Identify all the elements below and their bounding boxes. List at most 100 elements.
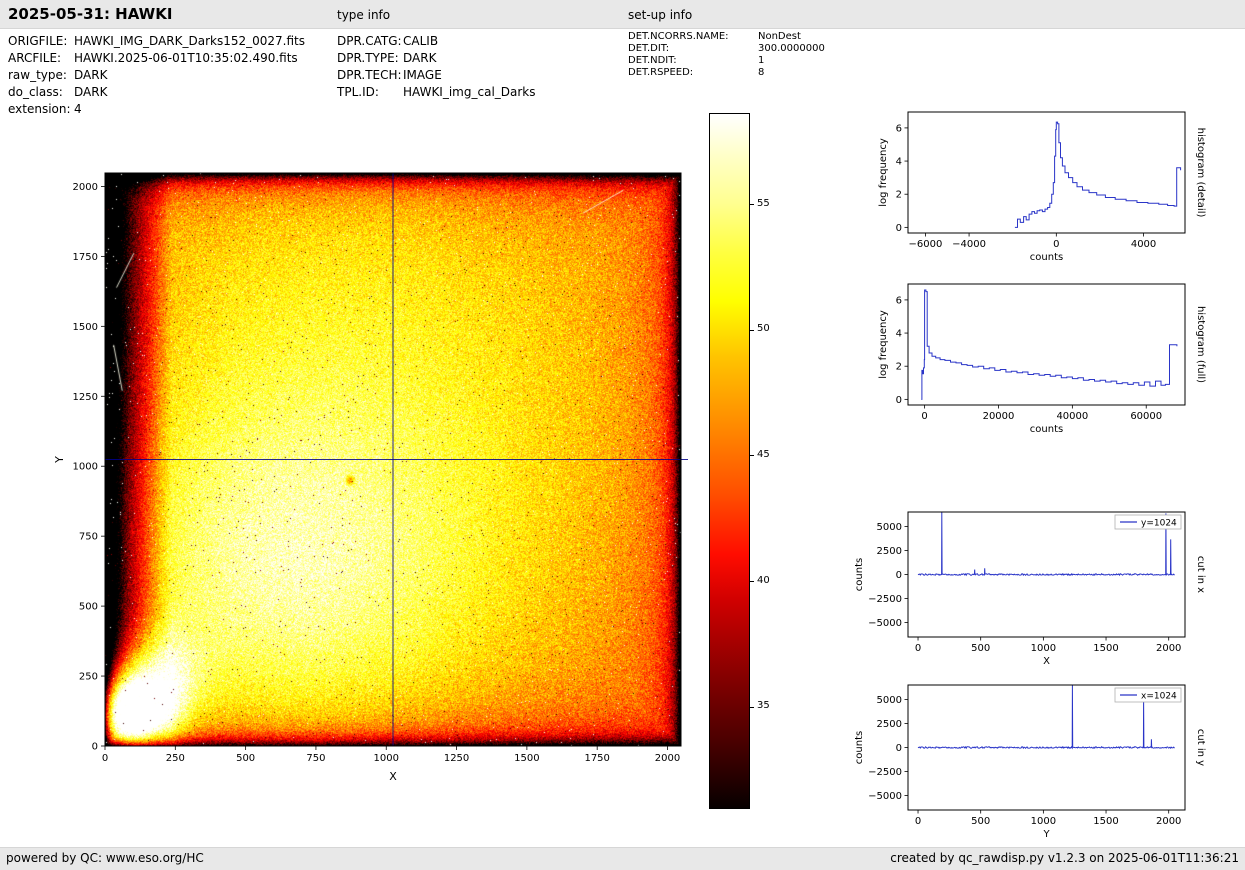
metadata-row-arcfile: ARCFILE: HAWKI.2025-06-01T10:35:02.490.f… [8, 50, 305, 67]
svg-text:−5000: −5000 [868, 618, 902, 629]
metadata-value: CALIB [403, 33, 438, 50]
metadata-label: do_class: [8, 84, 74, 101]
metadata-value: DARK [403, 50, 436, 67]
svg-text:0: 0 [896, 395, 902, 406]
metadata-row-extension: extension: 4 [8, 101, 305, 118]
svg-text:1500: 1500 [1093, 643, 1118, 654]
svg-text:1750: 1750 [584, 753, 609, 764]
svg-text:500: 500 [971, 816, 990, 827]
svg-text:counts: counts [1030, 424, 1063, 435]
cut-in-y-plot: 0500100015002000500025000−2500−5000Ycoun… [908, 685, 1185, 810]
svg-text:6: 6 [896, 123, 902, 134]
svg-text:histogram (full): histogram (full) [1195, 306, 1206, 383]
colorbar-tick [750, 204, 754, 205]
cut-in-y-legend: x=1024 [1115, 688, 1181, 702]
svg-text:1250: 1250 [444, 753, 469, 764]
colorbar-tick [750, 455, 754, 456]
svg-text:500: 500 [971, 643, 990, 654]
svg-text:0: 0 [896, 743, 902, 754]
svg-text:X: X [1043, 656, 1050, 667]
svg-text:2500: 2500 [877, 719, 902, 730]
svg-text:histogram (detail): histogram (detail) [1195, 128, 1206, 218]
svg-text:500: 500 [236, 753, 255, 764]
metadata-label: ORIGFILE: [8, 33, 74, 50]
histogram-detail-plot: −6000−4000040000246countslog frequencyhi… [908, 112, 1185, 233]
metadata-row-dit: DET.DIT: 300.0000000 [628, 43, 825, 55]
colorbar-tick-label: 45 [757, 449, 770, 460]
metadata-value: IMAGE [403, 67, 442, 84]
svg-text:40000: 40000 [1056, 411, 1088, 422]
metadata-row-origfile: ORIGFILE: HAWKI_IMG_DARK_Darks152_0027.f… [8, 33, 305, 50]
metadata-value: HAWKI_IMG_DARK_Darks152_0027.fits [74, 33, 305, 50]
svg-text:750: 750 [79, 532, 98, 543]
colorbar-tick-label: 40 [757, 575, 770, 586]
svg-text:−6000: −6000 [909, 239, 943, 250]
svg-text:0: 0 [896, 223, 902, 234]
type-info-heading: type info [337, 8, 390, 22]
footer-right-text: created by qc_rawdisp.py v1.2.3 on 2025-… [890, 851, 1239, 865]
footer-left-text: powered by QC: www.eso.org/HC [6, 851, 204, 865]
svg-text:X: X [389, 770, 397, 783]
file-metadata-column: ORIGFILE: HAWKI_IMG_DARK_Darks152_0027.f… [8, 33, 305, 118]
svg-text:x=1024: x=1024 [1141, 692, 1177, 702]
metadata-label: DPR.CATG: [337, 33, 403, 50]
svg-text:2: 2 [896, 362, 902, 373]
svg-text:750: 750 [306, 753, 325, 764]
svg-text:Y: Y [53, 456, 66, 464]
metadata-row-do-class: do_class: DARK [8, 84, 305, 101]
svg-text:5000: 5000 [877, 522, 902, 533]
svg-text:0: 0 [92, 742, 98, 753]
metadata-row-ncorrs: DET.NCORRS.NAME: NonDest [628, 31, 825, 43]
type-info-column: DPR.CATG: CALIB DPR.TYPE: DARK DPR.TECH:… [337, 33, 536, 101]
metadata-label: DET.NDIT: [628, 55, 758, 67]
svg-text:250: 250 [166, 753, 185, 764]
setup-info-column: DET.NCORRS.NAME: NonDest DET.DIT: 300.00… [628, 31, 825, 79]
svg-text:log frequency: log frequency [878, 138, 889, 207]
svg-text:250: 250 [79, 672, 98, 683]
metadata-label: DET.RSPEED: [628, 67, 758, 79]
metadata-label: ARCFILE: [8, 50, 74, 67]
main-plot-axes: 0250500750100012501500175020000250500750… [105, 173, 681, 746]
metadata-row-raw-type: raw_type: DARK [8, 67, 305, 84]
svg-text:1000: 1000 [374, 753, 399, 764]
colorbar-tick-label: 35 [757, 700, 770, 711]
svg-text:6: 6 [896, 295, 902, 306]
metadata-row-tpl-id: TPL.ID: HAWKI_img_cal_Darks [337, 84, 536, 101]
metadata-row-dpr-type: DPR.TYPE: DARK [337, 50, 536, 67]
svg-text:2000: 2000 [73, 182, 98, 193]
cut-in-x-plot: 0500100015002000500025000−2500−5000Xcoun… [908, 512, 1185, 637]
svg-text:Y: Y [1042, 829, 1050, 840]
metadata-value: 4 [74, 101, 82, 118]
svg-text:1750: 1750 [73, 252, 98, 263]
svg-text:2: 2 [896, 190, 902, 201]
svg-text:2000: 2000 [655, 753, 680, 764]
svg-text:0: 0 [921, 411, 927, 422]
svg-text:cut in x: cut in x [1195, 556, 1206, 593]
metadata-label: raw_type: [8, 67, 74, 84]
svg-text:0: 0 [915, 816, 921, 827]
metadata-value: 8 [758, 67, 764, 79]
histogram-detail-line [1015, 122, 1181, 227]
metadata-label: DET.NCORRS.NAME: [628, 31, 758, 43]
metadata-value: HAWKI.2025-06-01T10:35:02.490.fits [74, 50, 298, 67]
metadata-label: DPR.TYPE: [337, 50, 403, 67]
svg-text:−4000: −4000 [952, 239, 986, 250]
svg-text:0: 0 [102, 753, 108, 764]
svg-text:60000: 60000 [1130, 411, 1162, 422]
colorbar-tick [750, 707, 754, 708]
svg-text:−2500: −2500 [868, 767, 902, 778]
svg-text:1250: 1250 [73, 392, 98, 403]
page-title: 2025-05-31: HAWKI [8, 5, 172, 23]
metadata-row-ndit: DET.NDIT: 1 [628, 55, 825, 67]
metadata-row-rspeed: DET.RSPEED: 8 [628, 67, 825, 79]
svg-text:counts: counts [1030, 252, 1063, 263]
svg-text:−2500: −2500 [868, 594, 902, 605]
metadata-label: DET.DIT: [628, 43, 758, 55]
svg-text:4: 4 [896, 329, 902, 340]
colorbar-tick [750, 581, 754, 582]
metadata-value: DARK [74, 84, 107, 101]
svg-text:0: 0 [896, 570, 902, 581]
metadata-row-dpr-catg: DPR.CATG: CALIB [337, 33, 536, 50]
svg-text:log frequency: log frequency [878, 310, 889, 379]
histogram-full-line [921, 290, 1177, 399]
